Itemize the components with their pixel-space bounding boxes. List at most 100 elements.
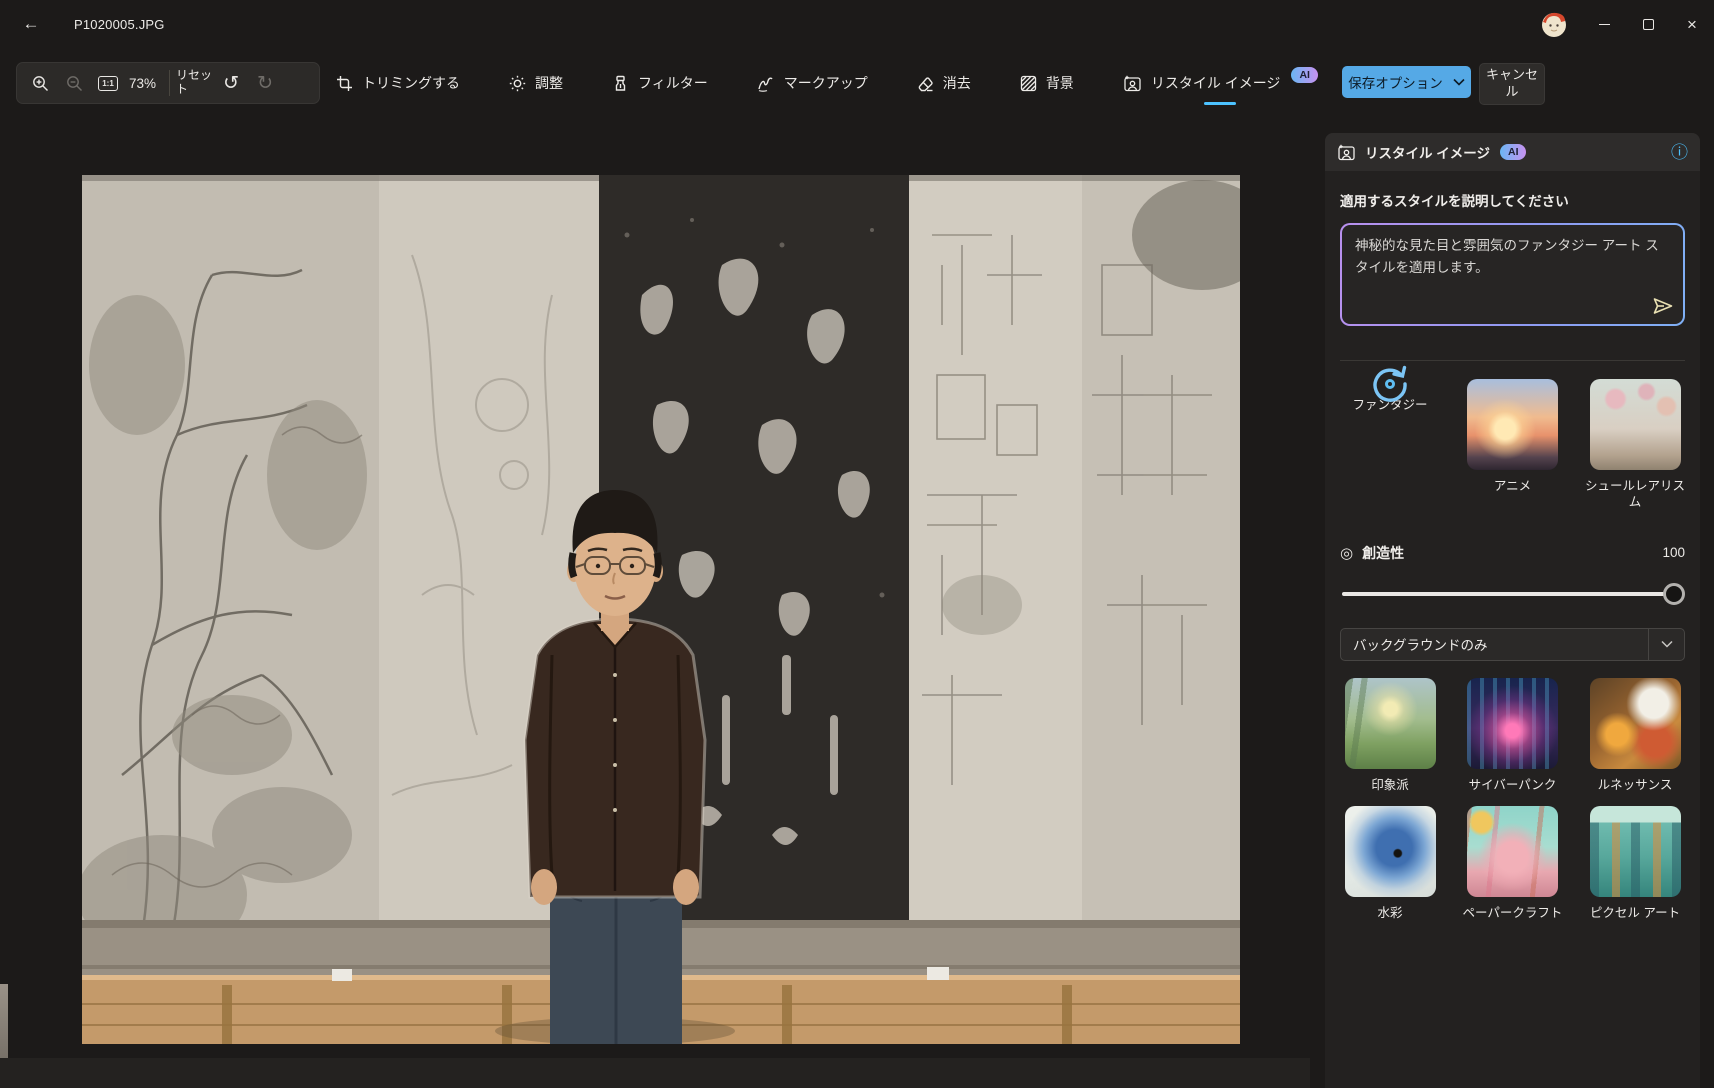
tool-erase-label: 消去 bbox=[942, 75, 971, 91]
prompt-container: 神秘的な見た目と雰囲気のファンタジー アート スタイルを適用します。 bbox=[1340, 223, 1685, 326]
style-thumb-watercolor[interactable]: 水彩 bbox=[1340, 805, 1440, 921]
bottom-strip bbox=[0, 1058, 1310, 1088]
style-thumb-surrealism[interactable]: シュールレアリスム bbox=[1585, 379, 1685, 511]
creativity-slider[interactable] bbox=[1340, 582, 1685, 605]
markup-pen-icon bbox=[758, 76, 773, 92]
photos-app-window: { "window": { "title": "P1020005.JPG" },… bbox=[0, 0, 1714, 1088]
restyle-panel-header: リスタイル イメージ AI ⓘ bbox=[1325, 133, 1700, 171]
back-button[interactable]: ← bbox=[14, 9, 48, 39]
creativity-value: 100 bbox=[1662, 545, 1685, 560]
style-thumb-pixel-art[interactable]: ピクセル アート bbox=[1585, 805, 1685, 921]
style-label: ピクセル アート bbox=[1589, 905, 1681, 920]
style-label: ルネッサンス bbox=[1597, 777, 1673, 792]
style-prompt-input[interactable]: 神秘的な見た目と雰囲気のファンタジー アート スタイルを適用します。 bbox=[1342, 225, 1683, 324]
style-thumb-renaissance[interactable]: ルネッサンス bbox=[1585, 677, 1685, 793]
file-title: P1020005.JPG bbox=[74, 16, 165, 32]
chevron-down-icon bbox=[1660, 640, 1673, 648]
style-thumb-papercraft[interactable]: ペーパークラフト bbox=[1462, 805, 1563, 921]
slider-thumb[interactable] bbox=[1663, 582, 1685, 605]
panel-title: リスタイル イメージ bbox=[1365, 146, 1490, 161]
chevron-down-icon bbox=[1453, 78, 1465, 86]
info-button[interactable]: ⓘ bbox=[1671, 144, 1688, 161]
style-thumb-anime[interactable]: アニメ bbox=[1463, 379, 1563, 511]
scope-chevron-section[interactable] bbox=[1648, 628, 1684, 660]
actual-size-button[interactable]: 1:1 bbox=[91, 66, 125, 100]
minimize-icon bbox=[1598, 23, 1610, 25]
creativity-label: 創造性 bbox=[1362, 544, 1405, 561]
zoom-in-button[interactable] bbox=[23, 66, 57, 100]
tool-crop-label: トリミングする bbox=[362, 75, 460, 91]
close-icon: × bbox=[1687, 14, 1697, 34]
undo-button[interactable]: ↺ bbox=[214, 66, 248, 100]
zoom-toolbar-island: 1:1 73% リセット ↺ ↻ bbox=[16, 62, 320, 104]
style-thumb-impressionism[interactable]: 印象派 bbox=[1340, 677, 1440, 793]
zoom-level: 73% bbox=[129, 75, 157, 91]
tool-background-label: 背景 bbox=[1045, 75, 1074, 91]
tool-adjust[interactable]: 調整 bbox=[505, 67, 567, 99]
info-icon: ⓘ bbox=[1671, 142, 1688, 162]
reset-button[interactable]: リセット bbox=[176, 66, 214, 100]
tool-erase[interactable]: 消去 bbox=[913, 67, 975, 99]
pixel-art-thumbnail bbox=[1589, 805, 1681, 897]
scope-dropdown[interactable]: バックグラウンドのみ bbox=[1340, 627, 1685, 661]
sun-adjust-icon bbox=[509, 75, 526, 91]
tool-filter[interactable]: フィルター bbox=[608, 67, 712, 99]
cyberpunk-thumbnail bbox=[1467, 677, 1558, 769]
edit-tools: トリミングする 調整 フィルター マークアップ 消去 背景 リスタイル イメージ… bbox=[332, 62, 1322, 105]
save-options-button[interactable]: 保存オプション bbox=[1342, 66, 1471, 98]
style-label: シュールレアリスム bbox=[1585, 479, 1686, 510]
edited-photo bbox=[82, 175, 1240, 1044]
filter-icon bbox=[615, 75, 626, 91]
avatar-face-icon bbox=[1542, 12, 1566, 37]
selected-style-ring bbox=[1373, 365, 1407, 402]
redo-icon: ↻ bbox=[257, 72, 273, 94]
restyle-panel: リスタイル イメージ AI ⓘ 適用するスタイルを説明してください 神秘的な見た… bbox=[1325, 133, 1700, 1088]
account-avatar[interactable] bbox=[1539, 9, 1569, 39]
preset-styles-grid: 印象派 サイバーパンク ルネッサンス 水彩 ペーパークラフト ピクセル アート bbox=[1340, 677, 1685, 922]
surrealism-thumbnail bbox=[1589, 379, 1681, 470]
toolbar-actions: 保存オプション キャンセル bbox=[1322, 58, 1714, 106]
style-label: 印象派 bbox=[1371, 777, 1409, 792]
creativity-row: ◎ 創造性 100 bbox=[1340, 543, 1685, 563]
photo-canvas[interactable] bbox=[82, 175, 1240, 1044]
maximize-button[interactable] bbox=[1626, 0, 1670, 48]
active-tool-indicator bbox=[1204, 102, 1237, 105]
zoom-in-icon bbox=[32, 75, 48, 91]
eraser-icon bbox=[918, 76, 933, 91]
style-label: ペーパークラフト bbox=[1462, 905, 1563, 920]
tool-adjust-label: 調整 bbox=[535, 75, 564, 91]
toolbar-divider bbox=[169, 70, 171, 96]
redo-button[interactable]: ↻ bbox=[248, 66, 282, 100]
save-options-label: 保存オプション bbox=[1348, 76, 1443, 91]
ai-badge: AI bbox=[1499, 144, 1527, 160]
scope-value: バックグラウンドのみ bbox=[1353, 638, 1488, 653]
cancel-button[interactable]: キャンセル bbox=[1479, 63, 1545, 105]
restyle-image-icon bbox=[1338, 144, 1355, 160]
zoom-out-button[interactable] bbox=[57, 66, 91, 100]
tool-markup-label: マークアップ bbox=[783, 75, 868, 91]
featured-styles-row: ファンタジー アニメ シュールレアリスム bbox=[1340, 365, 1685, 511]
tool-markup[interactable]: マークアップ bbox=[753, 67, 872, 99]
tool-background[interactable]: 背景 bbox=[1016, 67, 1078, 99]
prompt-label: 適用するスタイルを説明してください bbox=[1340, 194, 1569, 209]
watercolor-thumbnail bbox=[1344, 805, 1436, 897]
close-button[interactable]: × bbox=[1670, 0, 1714, 48]
maximize-icon bbox=[1642, 18, 1654, 30]
style-thumb-fantasy-selected[interactable]: ファンタジー bbox=[1340, 365, 1440, 511]
send-prompt-button[interactable] bbox=[1650, 294, 1676, 318]
style-label: アニメ bbox=[1493, 479, 1532, 493]
restyle-image-icon bbox=[1124, 75, 1141, 91]
titlebar-right: × bbox=[1539, 0, 1714, 48]
style-thumb-cyberpunk[interactable]: サイバーパンク bbox=[1463, 677, 1563, 793]
back-arrow-icon: ← bbox=[22, 14, 40, 33]
titlebar: ← P1020005.JPG × bbox=[0, 0, 1714, 48]
papercraft-thumbnail bbox=[1467, 805, 1558, 897]
send-icon bbox=[1653, 298, 1673, 314]
minimize-button[interactable] bbox=[1582, 0, 1626, 48]
one-to-one-icon: 1:1 bbox=[98, 75, 118, 91]
background-icon bbox=[1020, 75, 1036, 91]
tool-crop[interactable]: トリミングする bbox=[332, 67, 464, 99]
tool-restyle-image[interactable]: リスタイル イメージ AI bbox=[1119, 67, 1322, 105]
slider-track[interactable] bbox=[1342, 591, 1683, 596]
ai-badge: AI bbox=[1291, 67, 1318, 83]
